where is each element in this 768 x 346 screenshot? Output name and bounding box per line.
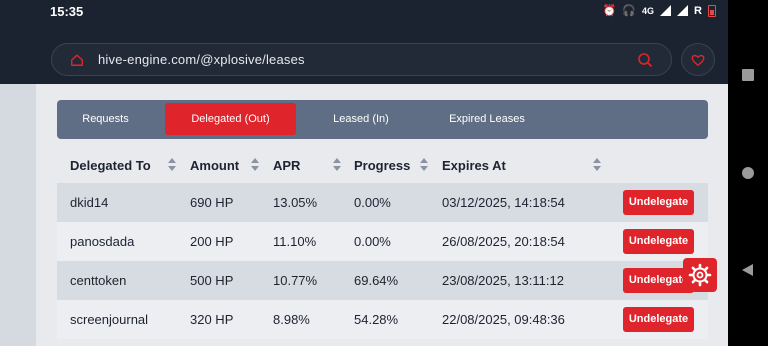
sort-icon[interactable] xyxy=(168,158,176,172)
undelegate-button[interactable]: Undelegate xyxy=(623,190,694,215)
gear-icon xyxy=(688,263,712,287)
cell-amount: 500 HP xyxy=(190,273,234,288)
home-icon[interactable] xyxy=(70,53,84,67)
home-nav-icon[interactable] xyxy=(742,167,754,179)
favorite-button[interactable] xyxy=(681,43,715,76)
signal-icon xyxy=(660,5,672,16)
header-expires-at[interactable]: Expires At xyxy=(442,158,506,173)
cell-amount: 200 HP xyxy=(190,234,234,249)
tab-delegated-out[interactable]: Delegated (Out) xyxy=(165,103,296,135)
cell-amount: 320 HP xyxy=(190,312,234,327)
cell-apr: 10.77% xyxy=(273,273,318,288)
settings-button[interactable] xyxy=(683,258,717,292)
cell-progress: 69.64% xyxy=(354,273,399,288)
battery-icon xyxy=(708,4,716,17)
carrier-label: R xyxy=(694,4,702,17)
status-icons: ⏰ 🎧 4G R xyxy=(603,4,716,17)
network-label: 4G xyxy=(642,5,655,16)
table-row: centtoken 500 HP 10.77% 69.64% 23/08/202… xyxy=(57,261,708,300)
header-amount[interactable]: Amount xyxy=(190,158,239,173)
cell-apr: 11.10% xyxy=(273,234,317,249)
alarm-icon: ⏰ xyxy=(602,5,617,17)
android-nav-bar xyxy=(728,0,768,346)
undelegate-button[interactable]: Undelegate xyxy=(623,229,694,254)
cell-progress: 0.00% xyxy=(354,195,391,210)
tab-expired-leases[interactable]: Expired Leases xyxy=(427,103,547,135)
url-text[interactable]: hive-engine.com/@xplosive/leases xyxy=(98,52,637,67)
cell-expires-at: 23/08/2025, 13:11:12 xyxy=(442,273,564,288)
cell-expires-at: 26/08/2025, 20:18:54 xyxy=(442,234,565,249)
lease-tabs: Requests Delegated (Out) Leased (In) Exp… xyxy=(57,100,708,139)
table-row: panosdada 200 HP 11.10% 0.00% 26/08/2025… xyxy=(57,222,708,261)
header-apr[interactable]: APR xyxy=(273,158,300,173)
signal-icon-2 xyxy=(677,5,689,16)
header-delegated-to[interactable]: Delegated To xyxy=(70,158,151,173)
sort-icon[interactable] xyxy=(420,158,428,172)
cell-apr: 8.98% xyxy=(273,312,310,327)
search-icon[interactable] xyxy=(637,52,653,68)
undelegate-button[interactable]: Undelegate xyxy=(623,307,694,332)
sort-icon[interactable] xyxy=(593,158,601,172)
sort-icon[interactable] xyxy=(251,158,259,172)
cell-delegated-to: panosdada xyxy=(70,234,135,249)
cell-expires-at: 22/08/2025, 09:48:36 xyxy=(442,312,565,327)
tab-requests[interactable]: Requests xyxy=(57,103,154,135)
back-icon[interactable] xyxy=(742,264,753,276)
status-time: 15:35 xyxy=(50,4,84,19)
tab-leased-in[interactable]: Leased (In) xyxy=(311,103,411,135)
table-row: screenjournal 320 HP 8.98% 54.28% 22/08/… xyxy=(57,300,708,339)
cell-expires-at: 03/12/2025, 14:18:54 xyxy=(442,195,565,210)
headphones-icon: 🎧 xyxy=(622,5,637,17)
recents-icon[interactable] xyxy=(742,69,754,81)
heart-icon xyxy=(691,54,705,66)
cell-progress: 54.28% xyxy=(354,312,399,327)
cell-delegated-to: centtoken xyxy=(70,273,127,288)
cell-amount: 690 HP xyxy=(190,195,234,210)
cell-delegated-to: dkid14 xyxy=(70,195,109,210)
sort-icon[interactable] xyxy=(333,158,341,172)
header-progress[interactable]: Progress xyxy=(354,158,410,173)
table-row: dkid14 690 HP 13.05% 0.00% 03/12/2025, 1… xyxy=(57,183,708,222)
cell-progress: 0.00% xyxy=(354,234,391,249)
cell-delegated-to: screenjournal xyxy=(70,312,149,327)
top-bar: 15:35 ⏰ 🎧 4G R hive-engine.com/@xplosive… xyxy=(0,0,728,84)
url-bar[interactable]: hive-engine.com/@xplosive/leases xyxy=(51,43,672,76)
cell-apr: 13.05% xyxy=(273,195,318,210)
table-header: Delegated To Amount APR Progress Expires… xyxy=(57,146,708,183)
